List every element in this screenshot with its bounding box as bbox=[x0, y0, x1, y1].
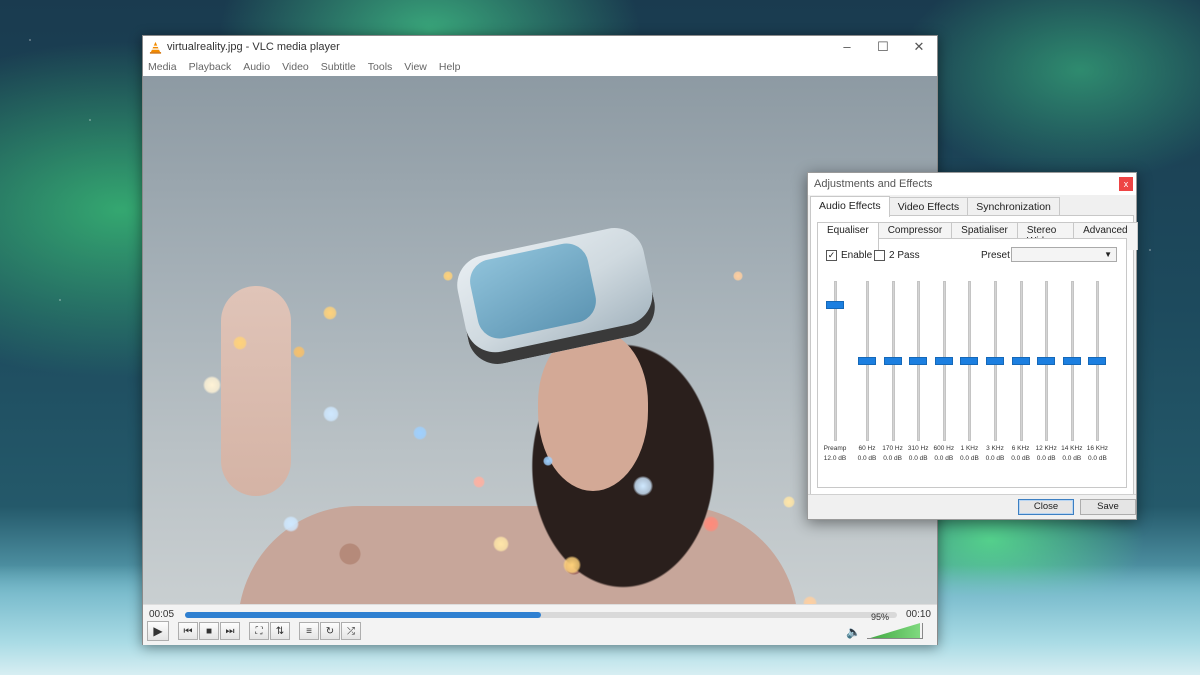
vlc-menubar: Media Playback Audio Video Subtitle Tool… bbox=[143, 58, 937, 76]
bokeh-light bbox=[293, 346, 305, 358]
volume-slider[interactable]: 95% bbox=[867, 612, 923, 639]
time-elapsed: 00:05 bbox=[149, 609, 175, 620]
slider-thumb[interactable] bbox=[934, 357, 953, 365]
subtab-equaliser[interactable]: Equaliser bbox=[817, 222, 879, 250]
seek-bar-fill bbox=[185, 612, 541, 618]
menu-media[interactable]: Media bbox=[148, 61, 177, 73]
slider-thumb[interactable] bbox=[1037, 357, 1056, 365]
slider-thumb[interactable] bbox=[1011, 357, 1030, 365]
bokeh-light bbox=[803, 596, 817, 604]
stop-icon[interactable]: ■ bbox=[199, 622, 219, 640]
previous-icon[interactable]: ⏮ bbox=[178, 622, 198, 640]
time-total: 00:10 bbox=[905, 609, 931, 620]
menu-tools[interactable]: Tools bbox=[368, 61, 393, 73]
menu-view[interactable]: View bbox=[404, 61, 427, 73]
menu-subtitle[interactable]: Subtitle bbox=[321, 61, 356, 73]
preamp-slider[interactable]: Preamp 12.0 dB bbox=[822, 239, 852, 479]
maximize-icon[interactable]: ☐ bbox=[865, 36, 901, 58]
bokeh-light bbox=[423, 266, 435, 278]
slider-thumb[interactable] bbox=[883, 357, 902, 365]
adjustments-dialog: Adjustments and Effects x Audio Effects … bbox=[807, 172, 1138, 520]
bokeh-light bbox=[413, 426, 427, 440]
menu-video[interactable]: Video bbox=[282, 61, 309, 73]
menu-help[interactable]: Help bbox=[439, 61, 461, 73]
vlc-cone-icon bbox=[149, 41, 162, 54]
video-person-face bbox=[538, 331, 648, 491]
next-icon[interactable]: ⏭ bbox=[220, 622, 240, 640]
audio-effects-panel: Equaliser Compressor Spatialiser Stereo … bbox=[810, 215, 1138, 495]
bokeh-light bbox=[323, 306, 337, 320]
bokeh-light bbox=[383, 456, 403, 476]
slider-thumb[interactable] bbox=[1062, 357, 1081, 365]
vlc-window-title: virtualreality.jpg - VLC media player bbox=[167, 41, 340, 53]
dialog-close-icon[interactable]: x bbox=[1119, 177, 1133, 191]
loop-icon[interactable]: ↻ bbox=[320, 622, 340, 640]
slider-thumb[interactable] bbox=[909, 357, 928, 365]
tab-audio-effects[interactable]: Audio Effects bbox=[810, 196, 890, 217]
bokeh-light bbox=[443, 271, 453, 281]
slider-thumb[interactable] bbox=[960, 357, 979, 365]
slider-thumb[interactable] bbox=[986, 357, 1004, 365]
slider-thumb[interactable] bbox=[858, 357, 876, 365]
menu-playback[interactable]: Playback bbox=[189, 61, 232, 73]
band-frequency: 16 KHz bbox=[1086, 445, 1109, 452]
band-slider[interactable]: 16 KHz 0.0 dB bbox=[1084, 239, 1114, 479]
dialog-title: Adjustments and Effects bbox=[814, 178, 933, 190]
bokeh-light bbox=[323, 406, 339, 422]
slider-thumb[interactable] bbox=[1088, 357, 1107, 365]
vlc-titlebar[interactable]: virtualreality.jpg - VLC media player – … bbox=[143, 36, 937, 58]
close-icon[interactable]: ✕ bbox=[901, 36, 937, 58]
bokeh-light bbox=[783, 496, 795, 508]
band-value: 0.0 dB bbox=[1087, 455, 1107, 462]
dialog-footer: Close Save bbox=[808, 494, 1136, 519]
bokeh-light bbox=[353, 356, 366, 369]
slider-thumb[interactable] bbox=[826, 301, 844, 309]
speaker-icon[interactable]: 🔈 bbox=[846, 625, 861, 639]
menu-audio[interactable]: Audio bbox=[243, 61, 270, 73]
seek-bar[interactable] bbox=[185, 612, 897, 618]
equaliser-panel: ✓ Enable 2 Pass Preset ▼ Preamp 12.0 dB 60… bbox=[817, 238, 1127, 488]
minimize-icon[interactable]: – bbox=[829, 36, 865, 58]
playback-controls: 00:05 00:10 ▶ ⏮ ■ ⏭ ⛶ ⇅ ≡ ↻ ⤮ 🔈 95% bbox=[143, 604, 937, 645]
playlist-icon[interactable]: ≡ bbox=[299, 622, 319, 640]
play-icon[interactable]: ▶ bbox=[147, 621, 169, 641]
video-person-hand bbox=[221, 286, 291, 496]
dialog-titlebar[interactable]: Adjustments and Effects x bbox=[808, 173, 1136, 195]
volume-percent: 95% bbox=[870, 612, 889, 622]
equalizer-icon[interactable]: ⇅ bbox=[270, 622, 290, 640]
fullscreen-icon[interactable]: ⛶ bbox=[249, 622, 269, 640]
bokeh-light bbox=[203, 376, 221, 394]
save-button[interactable]: Save bbox=[1080, 499, 1136, 515]
close-button[interactable]: Close bbox=[1018, 499, 1074, 515]
shuffle-icon[interactable]: ⤮ bbox=[341, 622, 361, 640]
